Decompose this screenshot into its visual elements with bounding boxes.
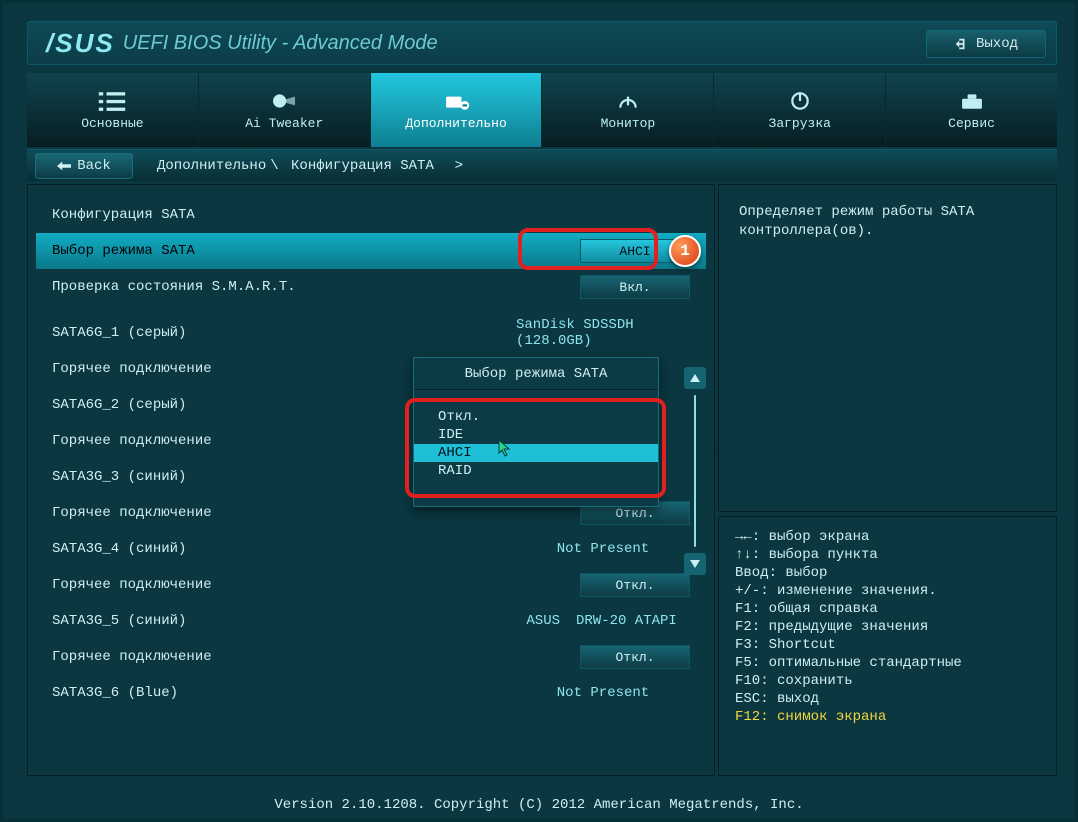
section-title-text: Конфигурация SATA [52, 207, 690, 223]
row-port-6: SATA3G_6 (Blue) Not Present [36, 675, 706, 711]
back-label: Back [77, 158, 111, 174]
tab-label: Загрузка [769, 116, 831, 131]
row-label: SATA3G_5 (синий) [52, 613, 510, 629]
scroll-down-button[interactable] [684, 553, 706, 575]
nav-tabs: Основные Ai Tweaker Дополнительно Монито… [27, 73, 1057, 147]
exit-label: Выход [976, 36, 1018, 52]
annotation-badge-1: 1 [669, 235, 701, 267]
row-port-4: SATA3G_4 (синий) Not Present [36, 531, 706, 567]
row-value: Not Present [510, 541, 690, 557]
scroll-track-line[interactable] [694, 395, 696, 547]
tab-main[interactable]: Основные [27, 73, 199, 147]
toolbox-icon [958, 90, 986, 112]
exit-icon [954, 37, 968, 51]
key-hint: ↑↓: выбора пункта [735, 547, 1040, 563]
row-value: Not Present [510, 685, 690, 701]
popup-option-ide[interactable]: IDE [414, 426, 658, 444]
chip-icon [442, 90, 470, 112]
help-pane: Определяет режим работы SATA контроллера… [718, 184, 1057, 512]
window-title: UEFI BIOS Utility - Advanced Mode [123, 32, 438, 55]
breadcrumb: Дополнительно\ Конфигурация SATA > [157, 158, 467, 174]
popup-option-ahci[interactable]: AHCI [414, 444, 658, 462]
key-hint: F2: предыдущие значения [735, 619, 1040, 635]
chevron-down-icon [690, 560, 700, 568]
sata-mode-popup: Выбор режима SATA Откл. IDE AHCI RAID [413, 357, 659, 507]
footer-copyright: Version 2.10.1208. Copyright (C) 2012 Am… [3, 797, 1075, 813]
smart-select[interactable]: Вкл. [580, 275, 690, 299]
breadcrumb-item[interactable]: Дополнительно [157, 158, 266, 174]
fan-icon [270, 90, 298, 112]
hotplug-select[interactable]: Откл. [580, 573, 690, 597]
scrollbar [682, 367, 708, 575]
row-sata-mode[interactable]: Выбор режима SATA AHCI [36, 233, 706, 269]
row-smart[interactable]: Проверка состояния S.M.A.R.T. Вкл. [36, 269, 706, 305]
key-hint: F10: сохранить [735, 673, 1040, 689]
tab-label: Ai Tweaker [245, 116, 323, 131]
breadcrumb-item[interactable]: Конфигурация SATA [291, 158, 434, 174]
row-port-5: SATA3G_5 (синий) ASUS DRW-20 ATAPI [36, 603, 706, 639]
popup-option-raid[interactable]: RAID [414, 462, 658, 480]
gauge-icon [614, 90, 642, 112]
tab-ai-tweaker[interactable]: Ai Tweaker [199, 73, 371, 147]
arrow-left-icon [57, 161, 71, 171]
exit-button[interactable]: Выход [926, 30, 1046, 58]
key-hint: F12: снимок экрана [735, 709, 1040, 725]
key-hint: F3: Shortcut [735, 637, 1040, 653]
top-bar: /SUS UEFI BIOS Utility - Advanced Mode В… [27, 21, 1057, 65]
key-hint: F1: общая справка [735, 601, 1040, 617]
row-label: Горячее подключение [52, 649, 580, 665]
tab-advanced[interactable]: Дополнительно [371, 73, 543, 147]
help-text: Определяет режим работы SATA контроллера… [739, 204, 974, 239]
tab-label: Дополнительно [405, 116, 506, 131]
key-hint: Ввод: выбор [735, 565, 1040, 581]
row-label: SATA3G_6 (Blue) [52, 685, 510, 701]
key-hint: →←: выбор экрана [735, 529, 1040, 545]
row-label: SATA6G_1 (серый) [52, 325, 510, 341]
hotplug-select[interactable]: Откл. [580, 645, 690, 669]
row-hotplug-5[interactable]: Горячее подключение Откл. [36, 639, 706, 675]
tab-label: Основные [81, 116, 143, 131]
row-label: Горячее подключение [52, 577, 580, 593]
tab-tools[interactable]: Сервис [886, 73, 1057, 147]
row-label: Выбор режима SATA [52, 243, 580, 259]
breadcrumb-bar: Back Дополнительно\ Конфигурация SATA > [27, 149, 1057, 181]
tab-boot[interactable]: Загрузка [714, 73, 886, 147]
row-vendor: ASUS [510, 613, 570, 629]
keys-pane: →←: выбор экрана ↑↓: выбора пункта Ввод: в… [718, 516, 1057, 776]
key-hint: F5: оптимальные стандартные [735, 655, 1040, 671]
chevron-up-icon [690, 374, 700, 382]
bios-window: /SUS UEFI BIOS Utility - Advanced Mode В… [0, 0, 1078, 822]
row-label: SATA3G_4 (синий) [52, 541, 510, 557]
row-label: Проверка состояния S.M.A.R.T. [52, 279, 580, 295]
tab-monitor[interactable]: Монитор [542, 73, 714, 147]
tab-label: Сервис [948, 116, 995, 131]
mouse-cursor-icon [498, 439, 512, 457]
row-value: SanDisk SDSSDH (128.0GB) [510, 317, 690, 349]
section-title: Конфигурация SATA [36, 197, 706, 233]
scroll-up-button[interactable] [684, 367, 706, 389]
list-icon [98, 90, 126, 112]
asus-logo: /SUS [46, 28, 115, 59]
row-label: Горячее подключение [52, 505, 580, 521]
row-port-1: SATA6G_1 (серый) SanDisk SDSSDH (128.0GB… [36, 315, 706, 351]
popup-title: Выбор режима SATA [414, 358, 658, 390]
popup-option-off[interactable]: Откл. [414, 408, 658, 426]
row-value: DRW-20 ATAPI [570, 613, 690, 629]
power-icon [786, 90, 814, 112]
back-button[interactable]: Back [35, 153, 133, 179]
tab-label: Монитор [601, 116, 656, 131]
key-hint: +/-: изменение значения. [735, 583, 1040, 599]
row-hotplug-4[interactable]: Горячее подключение Откл. [36, 567, 706, 603]
key-hint: ESC: выход [735, 691, 1040, 707]
